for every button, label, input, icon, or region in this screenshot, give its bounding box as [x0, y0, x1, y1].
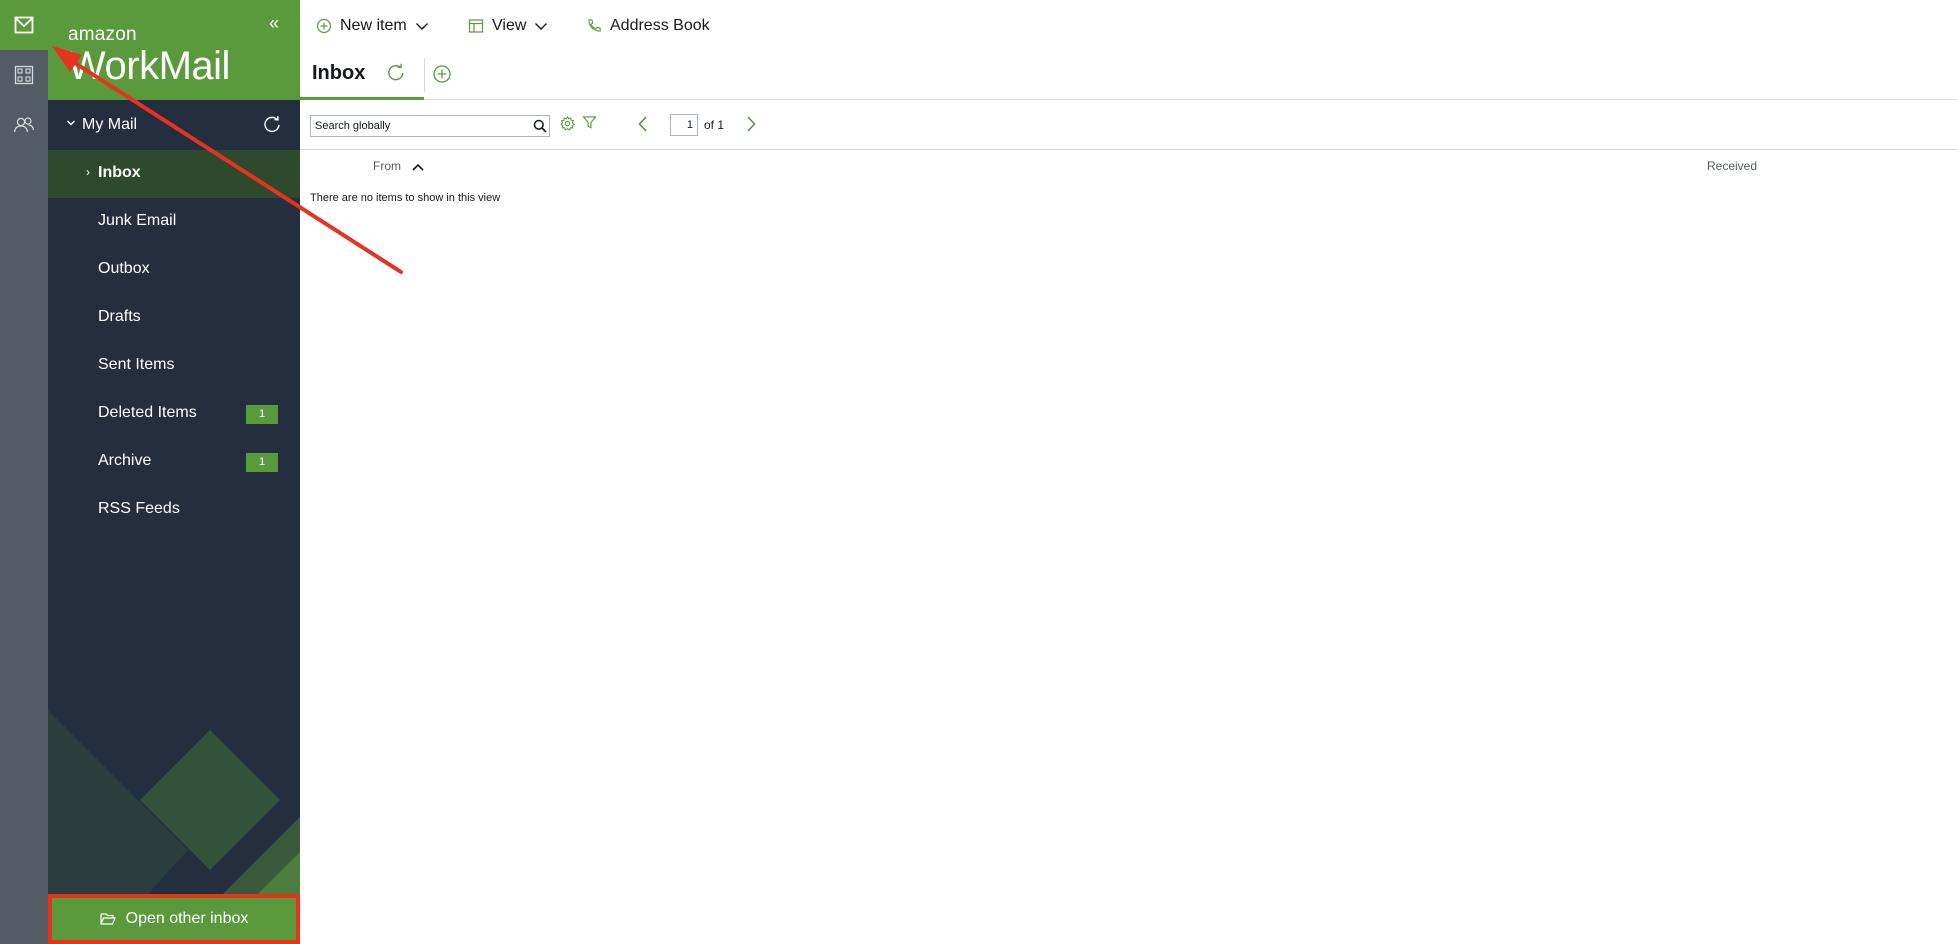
column-header-received[interactable]: Received — [1707, 159, 1757, 173]
refresh-icon[interactable] — [386, 62, 406, 84]
folder-sidebar: amazon WorkMail « My Mail › Inbox Junk E… — [48, 0, 300, 944]
page-total-label: of 1 — [704, 118, 725, 132]
address-book-label: Address Book — [610, 17, 710, 34]
new-item-label: New item — [340, 17, 407, 34]
add-tab-icon[interactable] — [432, 64, 452, 84]
decorative-diamond-pattern — [48, 710, 300, 894]
address-book-button[interactable]: Address Book — [586, 14, 710, 38]
folder-item-junk-email[interactable]: Junk Email — [48, 198, 300, 246]
chevron-right-icon: › — [86, 165, 90, 179]
view-label: View — [492, 17, 527, 34]
folder-item-sent-items[interactable]: Sent Items — [48, 342, 300, 390]
contacts-icon — [13, 117, 35, 133]
my-mail-label: My Mail — [82, 116, 138, 133]
brand-header: amazon WorkMail « — [48, 0, 300, 100]
folder-label: Outbox — [98, 260, 150, 277]
my-mail-section-header[interactable]: My Mail — [48, 100, 300, 150]
view-button[interactable]: View — [468, 14, 548, 38]
search-and-pagination-bar: of 1 — [300, 100, 1957, 150]
folder-open-icon — [100, 913, 116, 925]
folder-item-rss-feeds[interactable]: RSS Feeds — [48, 486, 300, 534]
folder-label: Inbox — [98, 164, 141, 181]
contacts-app-button[interactable] — [0, 100, 48, 150]
unread-count-badge: 1 — [246, 453, 278, 472]
folder-item-archive[interactable]: Archive 1 — [48, 438, 300, 486]
folder-tabs: Inbox — [300, 50, 1957, 100]
folder-item-drafts[interactable]: Drafts — [48, 294, 300, 342]
gear-icon[interactable] — [560, 116, 575, 131]
folder-label: Sent Items — [98, 356, 175, 373]
app-rail — [0, 0, 48, 944]
toolbar: New item View Address Book — [300, 0, 1957, 50]
open-other-inbox-label: Open other inbox — [125, 910, 249, 927]
next-page-icon[interactable] — [744, 114, 758, 134]
tab-inbox-label: Inbox — [312, 62, 366, 84]
chevron-down-icon — [415, 23, 428, 30]
folder-item-inbox[interactable]: › Inbox — [48, 150, 300, 198]
unread-count-badge: 1 — [246, 405, 278, 424]
refresh-folders-icon[interactable] — [262, 114, 282, 134]
filter-icon[interactable] — [582, 115, 597, 130]
view-layout-icon — [468, 19, 484, 33]
folder-label: RSS Feeds — [98, 500, 180, 517]
collapse-sidebar-button[interactable]: « — [262, 12, 286, 34]
folder-item-deleted-items[interactable]: Deleted Items 1 — [48, 390, 300, 438]
folder-label: Junk Email — [98, 212, 177, 229]
empty-list-message: There are no items to show in this view — [310, 192, 501, 204]
sort-ascending-icon[interactable] — [411, 161, 425, 173]
calendar-app-button[interactable] — [0, 50, 48, 100]
folder-label: Deleted Items — [98, 404, 197, 421]
tab-divider — [424, 58, 425, 92]
mail-app-button[interactable] — [0, 0, 48, 50]
folder-item-outbox[interactable]: Outbox — [48, 246, 300, 294]
tab-inbox[interactable]: Inbox — [300, 50, 424, 100]
previous-page-icon[interactable] — [636, 114, 650, 134]
chevron-down-icon — [535, 23, 548, 30]
search-input[interactable] — [311, 116, 525, 136]
folder-label: Archive — [98, 452, 152, 469]
brand-amazon-text: amazon — [68, 24, 137, 45]
plus-circle-icon — [316, 18, 332, 34]
message-list-header: From Received — [300, 150, 1957, 184]
page-number-input[interactable] — [670, 114, 698, 136]
phone-icon — [588, 19, 601, 32]
open-other-inbox-button[interactable]: Open other inbox — [48, 894, 300, 944]
mail-icon — [14, 16, 34, 34]
search-icon[interactable] — [533, 119, 547, 133]
folder-label: Drafts — [98, 308, 141, 325]
calendar-icon — [14, 65, 34, 85]
new-item-button[interactable]: New item — [316, 14, 429, 38]
brand-workmail-text: WorkMail — [68, 44, 230, 88]
main-content: New item View Address Book Inbox Search … — [300, 0, 1957, 944]
search-box — [310, 115, 550, 137]
column-header-from[interactable]: From — [373, 159, 401, 173]
chevron-down-icon — [67, 120, 75, 126]
